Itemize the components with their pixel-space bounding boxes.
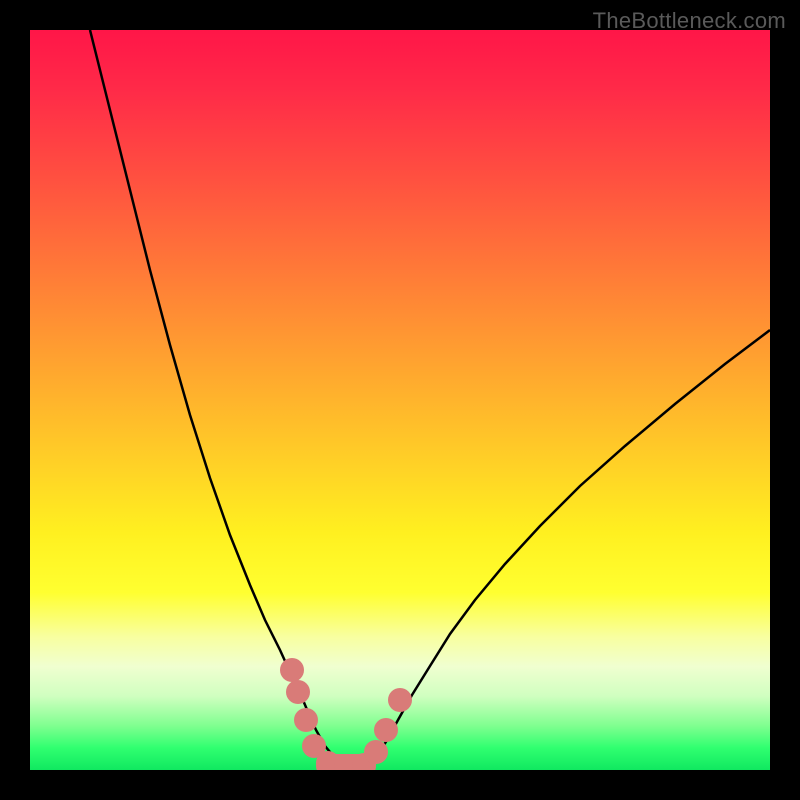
marker-dot	[286, 680, 310, 704]
marker-dot	[294, 708, 318, 732]
marker-dot	[388, 688, 412, 712]
marker-dot	[374, 718, 398, 742]
valley-markers	[280, 658, 412, 770]
marker-dot	[280, 658, 304, 682]
left-curve	[90, 30, 348, 765]
chart-svg	[30, 30, 770, 770]
plot-area	[30, 30, 770, 770]
marker-dot	[364, 740, 388, 764]
right-curve	[370, 330, 770, 765]
watermark-text: TheBottleneck.com	[593, 8, 786, 34]
